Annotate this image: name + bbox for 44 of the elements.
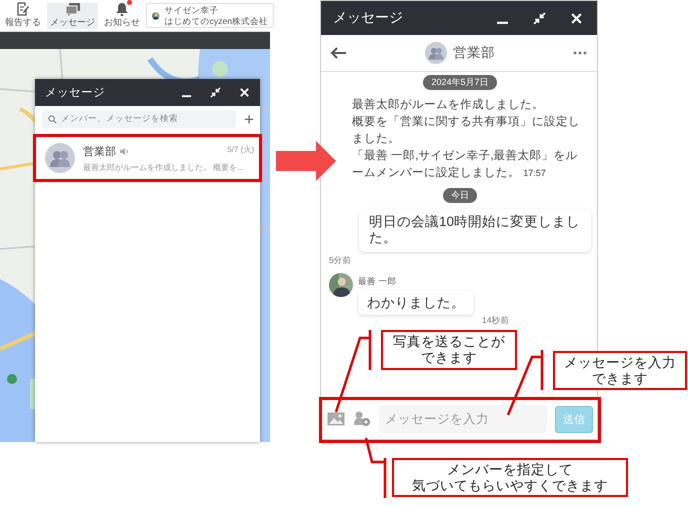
mention-member-icon[interactable] [353, 411, 371, 427]
close-icon[interactable] [239, 87, 250, 98]
window-title: メッセージ [333, 9, 403, 27]
add-button[interactable]: + [244, 110, 254, 128]
room-date: 5/7 (火) [227, 144, 254, 154]
nav-tab[interactable]: 報告する [2, 2, 44, 28]
system-message: 最善太郎がルームを作成しました。 [351, 97, 545, 113]
group-avatar-icon [425, 42, 447, 64]
search-icon [48, 114, 57, 124]
message-bubble: 明日の会議10時開始に変更しました。 [359, 209, 591, 252]
room-title: 営業部 [453, 44, 495, 62]
company-name: はじめてのcyzen株式会社 [164, 16, 268, 26]
group-avatar-icon [45, 143, 75, 173]
profile-card[interactable]: サイゼン幸子 はじめてのcyzen株式会社 [146, 3, 274, 28]
room-preview: 最善太郎がルームを作成しました。 概要を... [83, 162, 245, 172]
date-divider: 今日 [443, 188, 477, 203]
back-arrow-icon[interactable] [329, 46, 347, 60]
nav-tab[interactable]: メッセージ [47, 2, 98, 28]
chat-icon [64, 2, 80, 16]
chat-room-item[interactable]: 営業部 5/7 (火) 最善太郎がルームを作成しました。 概要を... [33, 134, 262, 182]
leader-line [506, 348, 544, 416]
window-title: メッセージ [45, 86, 105, 100]
collapse-icon[interactable] [533, 12, 546, 24]
nav-tab[interactable]: お知らせ [101, 2, 143, 28]
system-message: 概要を「営業に関する共有事項」に設定しました。 [351, 114, 581, 147]
collapse-icon[interactable] [210, 87, 221, 98]
bell-icon [115, 2, 129, 16]
message-time: 5分前 [329, 255, 353, 267]
close-icon[interactable] [570, 12, 583, 24]
room-name: 営業部 [83, 144, 116, 158]
date-divider: 2024年5月7日 [423, 75, 497, 90]
user-name: サイゼン幸子 [164, 4, 220, 16]
message-bubble: わかりました。 [358, 291, 474, 315]
arrow [276, 141, 336, 181]
report-icon [16, 2, 30, 16]
callout-text: メンバーを指定して 気づいてもらいやすくできます [392, 458, 628, 497]
sender-name: 最善 一郎 [358, 276, 398, 288]
leader-line [364, 436, 386, 500]
more-icon[interactable] [573, 51, 587, 55]
sender-avatar-icon [329, 273, 353, 297]
callout-text: 写真を送ることが できます [381, 330, 517, 370]
system-message: 「最善 一郎,サイゼン幸子,最善太郎」をルームメンバーに設定しました。 17:57 [351, 148, 579, 181]
message-time: 14秒前 [482, 315, 510, 327]
callout-text: メッセージを入力 できます [553, 351, 687, 390]
